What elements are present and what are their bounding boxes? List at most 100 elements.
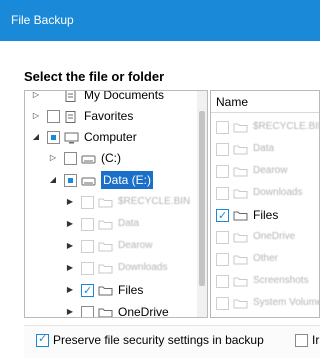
tree-item-label: Downloads (118, 262, 168, 273)
tree-item-checkbox[interactable] (64, 173, 77, 187)
list-item-label: Downloads (253, 187, 303, 198)
expand-arrow-icon[interactable]: ▶ (65, 259, 75, 277)
preserve-security-label: Preserve file security settings in backu… (53, 333, 264, 347)
list-item-label: OneDrive (253, 231, 296, 242)
list-item[interactable]: Other (216, 250, 278, 268)
list-item-checkbox[interactable] (216, 296, 229, 310)
folder-icon (233, 122, 248, 133)
list-item[interactable]: Dearow (216, 162, 287, 180)
tree-item-label: My Documents (84, 90, 165, 102)
tree-item[interactable]: ▶ Downloads (65, 259, 167, 277)
folder-icon (98, 241, 113, 252)
folder-icon (98, 219, 113, 230)
list-item-label: Data (253, 143, 275, 154)
expand-arrow-icon[interactable]: ▷ (48, 149, 58, 167)
folder-icon (233, 298, 248, 309)
expand-arrow-icon[interactable]: ▶ (65, 237, 75, 255)
list-item[interactable]: $RECYCLE.BIN (216, 118, 320, 136)
list-item-checkbox[interactable] (216, 142, 229, 156)
tree-item[interactable]: ▷ Favorites (31, 107, 133, 125)
favorites-icon (64, 110, 79, 123)
tree-item-checkbox[interactable] (81, 261, 94, 275)
tree-item-label: Data (118, 218, 140, 229)
folder-icon (233, 210, 248, 221)
list-item-label: Files (253, 208, 279, 222)
tree-scrollbar[interactable] (197, 91, 207, 317)
list-item[interactable]: Screenshots (216, 272, 309, 290)
folder-icon (233, 276, 248, 287)
tree-item[interactable]: ▶ Files (65, 281, 144, 300)
list-item[interactable]: Videos (216, 316, 283, 317)
list-item[interactable]: Data (216, 140, 274, 158)
folder-icon (233, 254, 248, 265)
tree-item-checkbox[interactable] (81, 305, 94, 317)
tree-item[interactable]: ◢ Computer (31, 128, 137, 146)
expand-arrow-icon[interactable]: ▷ (31, 91, 41, 104)
computer-icon (64, 132, 79, 143)
tree-scroll-thumb[interactable] (199, 111, 205, 286)
tree-item-label: Data (E:) (101, 171, 154, 189)
document-icon (64, 91, 79, 102)
list-item-checkbox[interactable] (216, 252, 229, 266)
tree-item[interactable]: ▷ (C:) (48, 149, 121, 167)
list-item[interactable]: System Volume (216, 294, 319, 312)
tree-item-checkbox[interactable] (81, 239, 94, 253)
preserve-security-checkbox[interactable] (36, 332, 49, 347)
tree-item[interactable]: ▶ Dearow (65, 237, 152, 255)
name-column-header[interactable]: Name (211, 91, 319, 113)
tree-item-checkbox[interactable] (81, 282, 94, 300)
tree-item-label: (C:) (101, 151, 121, 165)
tree-item-checkbox[interactable] (64, 151, 77, 165)
file-list[interactable]: Name $RECYCLE.BIN Data Dearow Downloads File… (210, 90, 320, 318)
drive-icon (81, 175, 96, 186)
tree-item-label: $RECYCLE.BIN (118, 196, 191, 207)
list-item-label: Dearow (253, 165, 288, 176)
expand-arrow-icon[interactable]: ▶ (65, 193, 75, 211)
list-item[interactable]: Files (216, 206, 279, 225)
list-item-checkbox[interactable] (216, 230, 229, 244)
tree-item[interactable]: ▶ $RECYCLE.BIN (65, 193, 190, 211)
tree-item-checkbox[interactable] (81, 217, 94, 231)
list-item-checkbox[interactable] (216, 207, 229, 225)
section-heading: Select the file or folder (24, 69, 165, 84)
second-option-label: Ir (312, 333, 320, 347)
expand-arrow-icon[interactable]: ▶ (65, 215, 75, 233)
folder-icon (98, 307, 113, 317)
tree-item-label: Dearow (118, 240, 153, 251)
folder-icon (98, 263, 113, 274)
tree-item[interactable]: ◢ Data (E:) (48, 171, 154, 189)
list-item-label: Other (253, 253, 279, 264)
tree-item-label: Files (118, 283, 144, 297)
tree-item[interactable]: ▶ OneDrive (65, 303, 169, 318)
drive-icon (81, 153, 96, 164)
list-item-checkbox[interactable] (216, 164, 229, 178)
second-option-checkbox[interactable] (295, 333, 308, 347)
collapse-arrow-icon[interactable]: ◢ (31, 128, 41, 146)
tree-item-checkbox[interactable] (47, 109, 60, 123)
list-item-label: Videos (253, 316, 283, 317)
folder-icon (233, 232, 248, 243)
collapse-arrow-icon[interactable]: ◢ (48, 171, 58, 189)
folder-icon (233, 166, 248, 177)
second-option[interactable]: Ir (295, 333, 319, 347)
folder-icon (233, 144, 248, 155)
expand-arrow-icon[interactable]: ▶ (65, 281, 75, 299)
tree-item-checkbox[interactable] (81, 195, 94, 209)
tree-item[interactable]: ▷ My Documents (31, 90, 165, 104)
list-item[interactable]: OneDrive (216, 228, 295, 246)
tree-item-label: OneDrive (118, 305, 169, 318)
folder-tree[interactable]: ▷ My Documents ▷ Favorites ◢ Computer ▷ (C:) ◢ Da… (24, 90, 208, 318)
list-item-label: Screenshots (253, 275, 309, 286)
folder-icon (233, 188, 248, 199)
expand-arrow-icon[interactable]: ▷ (31, 107, 41, 125)
list-item-label: $RECYCLE.BIN (253, 121, 320, 132)
tree-item[interactable]: ▶ Data (65, 215, 139, 233)
list-item-checkbox[interactable] (216, 120, 229, 134)
list-item[interactable]: Downloads (216, 184, 302, 202)
expand-arrow-icon[interactable]: ▶ (65, 303, 75, 317)
list-item-checkbox[interactable] (216, 186, 229, 200)
preserve-security-option[interactable]: Preserve file security settings in backu… (36, 332, 264, 347)
list-item-checkbox[interactable] (216, 274, 229, 288)
title-bar: File Backup (0, 0, 320, 41)
tree-item-checkbox[interactable] (47, 130, 60, 144)
